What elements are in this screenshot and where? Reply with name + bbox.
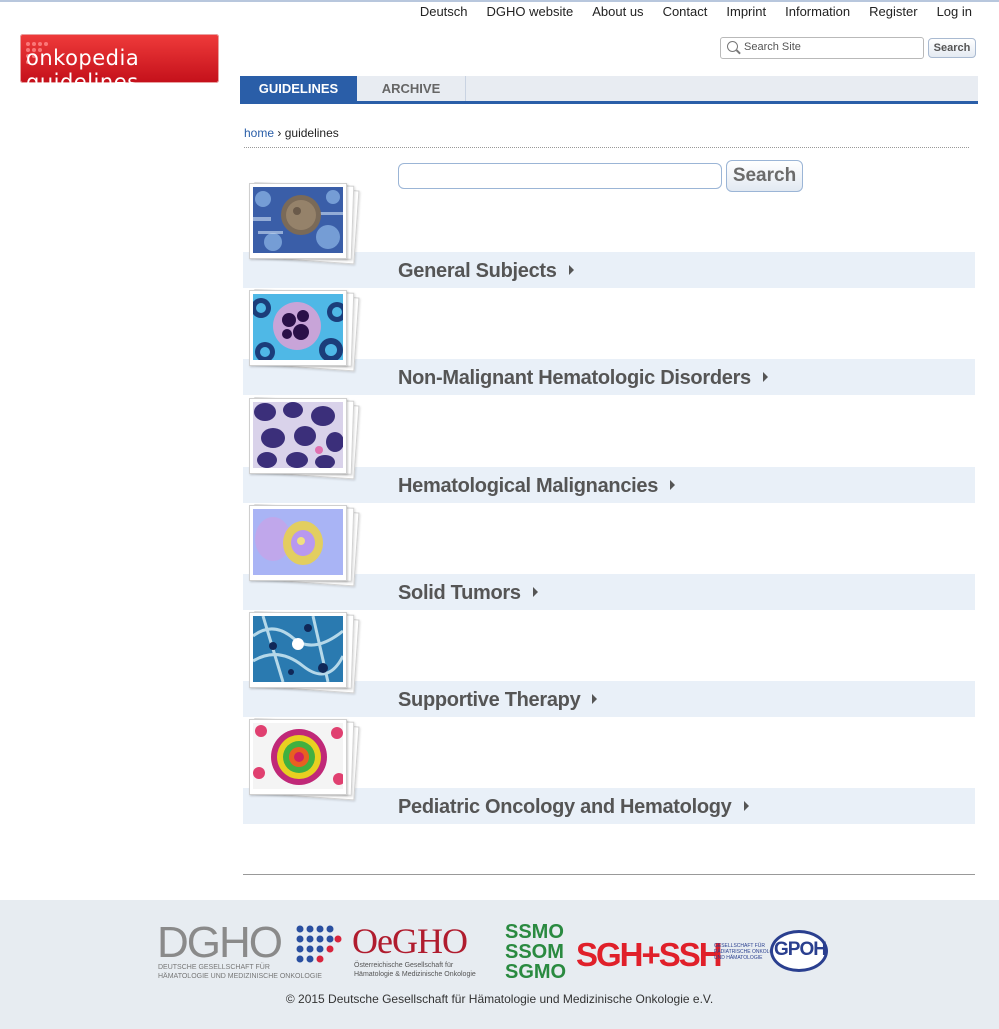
oegho-logo-text: OeGHO — [352, 921, 468, 961]
oegho-subtitle-2: Hämatologie & Medizinische Onkologie — [354, 971, 476, 978]
dgho-logo-text: DGHO — [157, 918, 283, 967]
nav-imprint[interactable]: Imprint — [726, 4, 766, 19]
dgho-subtitle-2: HÄMATOLOGIE UND MEDIZINISCHE ONKOLOGIE — [158, 973, 322, 980]
category-solid-tumors[interactable]: Solid Tumors — [243, 503, 975, 610]
ssmo-logo[interactable]: SSMO SSOM SGMO — [505, 922, 571, 986]
arrow-right-icon — [743, 800, 749, 811]
content-end-divider — [243, 874, 975, 875]
rainbow-cell-icon — [249, 719, 347, 795]
ssom-text: SSOM — [505, 941, 564, 963]
oegho-subtitle-1: Österreichische Gesellschaft für — [354, 962, 454, 969]
category-label: Supportive Therapy — [398, 689, 581, 711]
dgho-subtitle-1: DEUTSCHE GESELLSCHAFT FÜR — [158, 964, 270, 971]
sgmo-text: SGMO — [505, 961, 567, 983]
category-label: Hematological Malignancies — [398, 475, 659, 497]
nav-information[interactable]: Information — [785, 4, 850, 19]
dgho-logo[interactable]: DGHO DEUTSCHE GESELLSCHAFT FÜR HÄMATOLOG… — [157, 918, 347, 986]
arrow-right-icon — [592, 693, 598, 704]
top-border — [0, 0, 999, 2]
nav-about-us[interactable]: About us — [592, 4, 643, 19]
arrow-right-icon — [532, 586, 538, 597]
copyright: © 2015 Deutsche Gesellschaft für Hämatol… — [285, 992, 714, 1006]
section-tabs: GUIDELINES ARCHIVE — [240, 76, 978, 104]
nav-dgho-website[interactable]: DGHO website — [487, 4, 574, 19]
category-pediatric[interactable]: Pediatric Oncology and Hematology — [243, 717, 975, 824]
onkopedia-logo[interactable]: onkopedia guidelines — [20, 34, 219, 94]
tissue-blue-icon — [249, 612, 347, 688]
fluorescent-cell-icon — [249, 505, 347, 581]
category-general-subjects[interactable]: General Subjects — [243, 181, 975, 288]
category-non-malignant[interactable]: Non-Malignant Hematologic Disorders — [243, 288, 975, 395]
search-icon — [727, 41, 738, 52]
breadcrumb-divider — [244, 147, 969, 148]
gpoh-text: GPOH — [774, 939, 827, 960]
site-search-placeholder: Search Site — [744, 41, 801, 53]
site-search-button[interactable]: Search — [928, 38, 976, 58]
category-supportive-therapy[interactable]: Supportive Therapy — [243, 610, 975, 717]
ssmo-text: SSMO — [505, 921, 564, 943]
breadcrumb-home[interactable]: home — [244, 126, 274, 140]
breadcrumb-separator: › — [277, 126, 282, 140]
arrow-right-icon — [568, 264, 574, 275]
nav-register[interactable]: Register — [869, 4, 917, 19]
nav-contact[interactable]: Contact — [663, 4, 708, 19]
category-label: Solid Tumors — [398, 582, 521, 604]
dgho-dots-icon — [296, 925, 342, 963]
gpoh-logo[interactable]: GESELLSCHAFT FÜR PÄDIATRISCHE ONKOLOGIE … — [714, 928, 834, 978]
cells-violet-icon — [249, 398, 347, 474]
tab-archive[interactable]: ARCHIVE — [357, 76, 466, 101]
sghssh-text: SGH+SSH — [576, 936, 723, 973]
top-navigation: Deutsch DGHO website About us Contact Im… — [401, 4, 972, 19]
oegho-logo[interactable]: OeGHO Österreichische Gesellschaft für H… — [352, 921, 500, 986]
arrow-right-icon — [670, 479, 676, 490]
arrow-right-icon — [762, 371, 768, 382]
cell-blue-icon — [249, 183, 347, 259]
cell-purple-icon — [249, 290, 347, 366]
tab-guidelines[interactable]: GUIDELINES — [240, 76, 357, 101]
logo-text: onkopedia guidelines — [26, 46, 140, 94]
category-label: Pediatric Oncology and Hematology — [398, 796, 732, 818]
category-hematological-malignancies[interactable]: Hematological Malignancies — [243, 396, 975, 503]
sghssh-logo[interactable]: SGH+SSH — [576, 936, 723, 976]
site-search-input[interactable]: Search Site — [720, 37, 924, 59]
breadcrumb-current: guidelines — [284, 126, 339, 140]
gpoh-sub-3: UND HÄMATOLOGIE — [714, 955, 763, 961]
nav-deutsch[interactable]: Deutsch — [420, 4, 468, 19]
category-label: General Subjects — [398, 260, 557, 282]
category-label: Non-Malignant Hematologic Disorders — [398, 367, 751, 389]
breadcrumb: home › guidelines — [244, 126, 339, 140]
nav-log-in[interactable]: Log in — [937, 4, 972, 19]
